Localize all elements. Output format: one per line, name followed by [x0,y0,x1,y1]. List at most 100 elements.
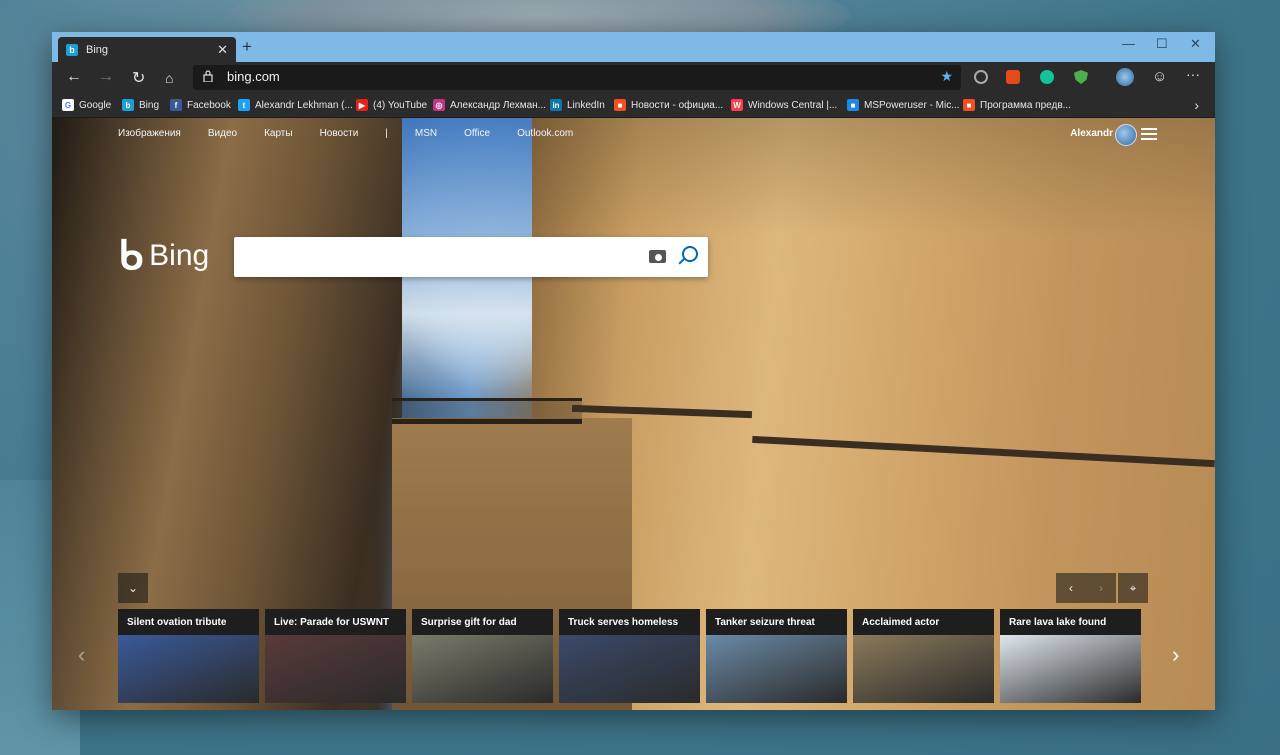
bing-favicon-icon: b [66,43,78,56]
favorite-item[interactable]: G Google [62,99,111,111]
prev-image-button[interactable]: ‹ [1056,573,1086,603]
news-card-title: Surprise gift for dad [421,617,517,628]
news-card[interactable]: Acclaimed actor [853,609,994,703]
nav-separator: | [385,128,388,139]
favorite-item[interactable]: ▶ (4) YouTube [356,99,427,111]
background-bridge [392,398,582,424]
twitter-icon: t [238,99,250,111]
search-input[interactable] [244,245,634,269]
chevron-right-icon[interactable]: › [1194,97,1199,113]
microsoft-icon: ■ [614,99,626,111]
favorite-item[interactable]: b Bing [122,99,159,111]
next-image-button[interactable]: › [1086,573,1116,603]
bing-nav-link[interactable]: Изображения [118,128,181,139]
news-card-thumbnail [1000,635,1141,703]
favorite-label: Alexandr Lekhman (... [255,99,353,111]
favorite-label: Новости - официа... [631,99,724,111]
favorite-label: Программа предв... [980,99,1071,111]
news-card[interactable]: Surprise gift for dad [412,609,553,703]
news-card-title: Tanker seizure threat [715,617,815,628]
office-icon[interactable] [1006,70,1020,84]
more-menu-icon[interactable]: ··· [1186,66,1200,82]
news-card-title: Truck serves homeless [568,617,679,628]
favorite-item[interactable]: in LinkedIn [550,99,605,111]
maximize-button[interactable]: ☐ [1156,36,1168,52]
news-card-thumbnail [559,635,700,703]
tab-close-icon[interactable]: ✕ [217,42,228,58]
carousel-prev-icon[interactable]: ‹ [78,642,85,668]
news-card[interactable]: Rare lava lake found [1000,609,1141,703]
grammarly-icon[interactable] [1040,70,1054,84]
bing-nav-link[interactable]: Outlook.com [517,128,573,139]
carousel-next-icon[interactable]: › [1172,642,1179,668]
forward-button[interactable]: → [98,68,114,86]
bing-logo-text: Bing [149,239,210,272]
close-window-button[interactable]: ✕ [1190,36,1201,52]
news-card-title: Acclaimed actor [862,617,940,628]
favorite-item[interactable]: f Facebook [170,99,231,111]
bing-nav-link[interactable]: Office [464,128,490,139]
shield-icon[interactable] [1074,70,1088,84]
new-tab-button[interactable]: + [242,37,252,57]
news-card[interactable]: Silent ovation tribute [118,609,259,703]
tab-bing[interactable]: b Bing ✕ [58,37,236,62]
minimize-button[interactable]: — [1122,36,1135,51]
bing-top-nav: Изображения Видео Карты Новости | MSN Office Ou… [118,128,600,139]
favorite-item[interactable]: W Windows Central |... [731,99,837,111]
favorite-label: Google [79,99,112,111]
favorites-bar: › G Google b Bing f Facebook t Alexandr Lekhman… [52,94,1215,118]
bing-nav-link[interactable]: MSN [415,128,437,139]
search-icon[interactable] [682,246,698,262]
bing-homepage: Изображения Видео Карты Новости | MSN Office Ou… [52,118,1215,710]
instagram-icon: ◎ [433,99,445,111]
title-bar: b Bing ✕ + — ☐ ✕ [52,32,1215,62]
favorite-item[interactable]: t Alexandr Lekhman (... [238,99,353,111]
windows-central-icon: W [731,99,743,111]
search-box[interactable] [234,237,708,277]
favorite-label: Windows Central |... [748,99,838,111]
linkedin-icon: in [550,99,562,111]
favorite-label: Facebook [187,99,231,111]
favorite-label: Bing [139,99,160,111]
tab-title: Bing [86,43,109,56]
google-icon: G [62,99,74,111]
news-card[interactable]: Truck serves homeless [559,609,700,703]
location-pin-icon[interactable]: ⌖ [1118,573,1148,603]
address-toolbar: ← → ↻ ⌂ bing.com ★ ☺ ··· [52,62,1215,94]
youtube-icon: ▶ [356,99,368,111]
bing-logo: ᑲ Bing [118,236,209,276]
favorite-label: MSPoweruser - Mic... [864,99,960,111]
extension-icon[interactable] [974,70,988,84]
news-card[interactable]: Live: Parade for USWNT [265,609,406,703]
user-avatar[interactable] [1115,124,1137,146]
bing-nav-link[interactable]: Карты [264,128,293,139]
news-card-title: Live: Parade for USWNT [274,617,390,628]
user-name[interactable]: Alexandr [1070,128,1113,139]
news-card[interactable]: Tanker seizure threat [706,609,847,703]
microsoft-icon: ■ [963,99,975,111]
favorite-star-icon[interactable]: ★ [940,68,953,85]
smiley-feedback-icon[interactable]: ☺ [1152,68,1167,85]
hamburger-menu-icon[interactable] [1141,128,1157,140]
collapse-chevron-down-icon[interactable]: ⌄ [118,573,148,603]
url-text: bing.com [227,69,280,84]
favorite-item[interactable]: ■ Новости - официа... [614,99,723,111]
address-bar[interactable]: bing.com ★ [193,65,961,90]
refresh-button[interactable]: ↻ [132,68,145,88]
news-card-thumbnail [265,635,406,703]
bing-nav-link[interactable]: Новости [320,128,359,139]
facebook-icon: f [170,99,182,111]
mspoweruser-icon: ■ [847,99,859,111]
bing-nav-link[interactable]: Видео [208,128,237,139]
news-card-title: Silent ovation tribute [127,617,227,628]
news-card-thumbnail [118,635,259,703]
camera-visual-search-icon[interactable] [649,250,666,263]
profile-avatar-icon[interactable] [1116,68,1134,86]
home-button[interactable]: ⌂ [165,70,173,86]
back-button[interactable]: ← [66,68,82,86]
favorite-item[interactable]: ■ Программа предв... [963,99,1071,111]
news-card-thumbnail [853,635,994,703]
favorite-label: LinkedIn [567,99,605,111]
favorite-item[interactable]: ■ MSPoweruser - Mic... [847,99,960,111]
favorite-item[interactable]: ◎ Александр Лехман... [433,99,546,111]
